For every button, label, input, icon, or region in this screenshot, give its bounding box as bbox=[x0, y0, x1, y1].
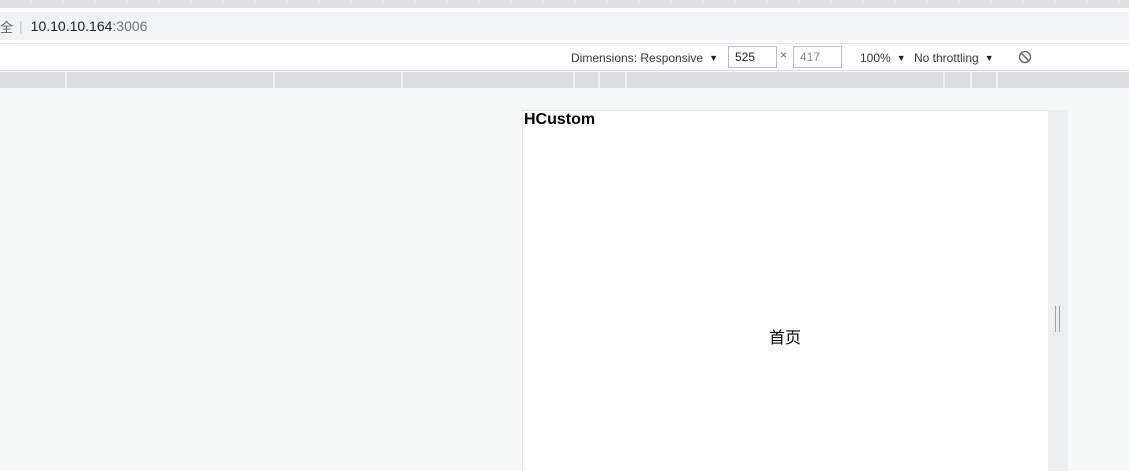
media-query-bar bbox=[0, 72, 1129, 88]
emulated-viewport-area: HCustom 首页 bbox=[0, 88, 1129, 471]
chevron-down-icon: ▼ bbox=[896, 52, 906, 63]
security-indicator[interactable]: 全 bbox=[0, 17, 13, 36]
devtools-device-toolbar: Dimensions: Responsive ▼ 525 × 417 100% … bbox=[0, 44, 1129, 71]
home-label[interactable]: 首页 bbox=[769, 324, 801, 348]
url-host[interactable]: 10.10.10.164 bbox=[31, 18, 113, 34]
media-query-segment[interactable] bbox=[273, 72, 275, 88]
media-query-segment[interactable] bbox=[573, 72, 575, 88]
throttling-dropdown[interactable]: No throttling ▼ bbox=[914, 44, 994, 71]
media-query-segment[interactable] bbox=[970, 72, 972, 88]
chevron-down-icon: ▼ bbox=[984, 52, 994, 63]
rotate-icon[interactable] bbox=[1018, 50, 1032, 64]
media-query-segment[interactable] bbox=[996, 72, 998, 88]
address-bar-row: 全 | 10.10.10.164:3006 bbox=[0, 8, 1129, 44]
chevron-down-icon: ▼ bbox=[709, 52, 718, 63]
times-sign: × bbox=[780, 48, 788, 62]
media-query-segment[interactable] bbox=[625, 72, 627, 88]
device-frame: HCustom 首页 bbox=[522, 110, 1048, 471]
resize-handle[interactable] bbox=[1055, 306, 1060, 332]
site-brand[interactable]: HCustom bbox=[524, 111, 595, 129]
browser-tab-strip bbox=[0, 0, 1129, 8]
omnibox[interactable]: 全 | 10.10.10.164:3006 bbox=[0, 12, 1129, 40]
zoom-dropdown[interactable]: 100% ▼ bbox=[860, 44, 906, 71]
height-input[interactable]: 417 bbox=[793, 46, 842, 68]
omnibox-divider: | bbox=[19, 18, 23, 34]
media-query-segment[interactable] bbox=[401, 72, 403, 88]
throttling-label: No throttling bbox=[914, 50, 979, 65]
zoom-label: 100% bbox=[860, 50, 891, 65]
media-query-segment[interactable] bbox=[943, 72, 945, 88]
media-query-segment[interactable] bbox=[598, 72, 600, 88]
url-port[interactable]: :3006 bbox=[112, 18, 147, 34]
media-query-segment[interactable] bbox=[65, 72, 67, 88]
resize-gutter bbox=[1048, 110, 1068, 471]
width-input[interactable]: 525 bbox=[728, 46, 777, 68]
tab-strip-edge bbox=[0, 0, 1129, 4]
dimensions-dropdown[interactable]: Dimensions: Responsive ▼ bbox=[571, 44, 718, 71]
dimensions-label: Dimensions: Responsive bbox=[571, 50, 704, 65]
